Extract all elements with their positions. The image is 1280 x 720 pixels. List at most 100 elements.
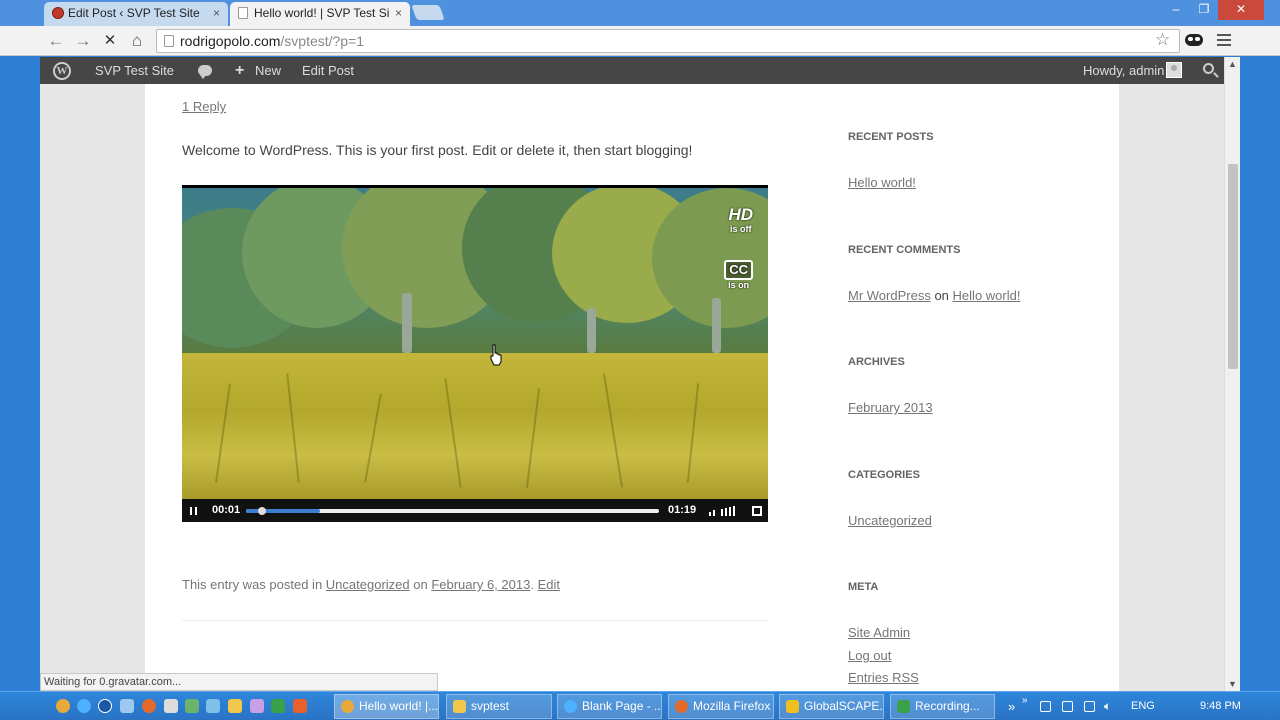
scroll-up-icon[interactable]: ▲: [1228, 59, 1237, 69]
taskbar-overflow-button[interactable]: »: [1008, 692, 1015, 720]
page-icon: [164, 35, 174, 47]
tab-label: Edit Post ‹ SVP Test Site — WordPress: [68, 6, 203, 20]
hd-toggle[interactable]: HD is off: [728, 205, 753, 235]
tray-power-icon[interactable]: [1062, 701, 1073, 712]
close-icon[interactable]: ✕: [1218, 0, 1264, 20]
taskbar-item-firefox[interactable]: Mozilla Firefox: [668, 694, 774, 719]
taskbar-item-folder[interactable]: svptest: [446, 694, 552, 719]
globalscape-icon: [786, 700, 799, 713]
back-icon[interactable]: ←: [46, 31, 66, 51]
progress-rail[interactable]: [246, 507, 659, 515]
url-host: rodrigopolo.com: [180, 33, 281, 49]
image-quicklaunch-icon[interactable]: [185, 699, 199, 713]
tab-edit-post[interactable]: Edit Post ‹ SVP Test Site — WordPress ×: [44, 2, 228, 26]
window-quicklaunch-icon[interactable]: [164, 699, 178, 713]
hd-state: is off: [729, 224, 752, 234]
wordpress-logo-icon[interactable]: W: [53, 62, 71, 80]
tool-quicklaunch-icon[interactable]: [250, 699, 264, 713]
menu-icon[interactable]: [1217, 34, 1231, 46]
hand-cursor-icon: [490, 344, 502, 366]
stop-icon[interactable]: ✕: [100, 31, 120, 51]
folder-quicklaunch-icon[interactable]: [228, 699, 242, 713]
tab-hello-world[interactable]: Hello world! | SVP Test Site ×: [230, 2, 410, 26]
category-link[interactable]: Uncategorized: [848, 513, 932, 528]
recent-post-item: Hello world!: [848, 175, 916, 190]
log-out-link[interactable]: Log out: [848, 648, 891, 663]
taskbar-item-recording[interactable]: Recording...: [890, 694, 995, 719]
clock[interactable]: 9:48 PM: [1200, 692, 1241, 720]
tab-close-icon[interactable]: ×: [213, 2, 220, 24]
chrome-icon: [341, 700, 354, 713]
video-player[interactable]: HD is off CC is on 00:01 01:19: [182, 185, 768, 522]
video-controls: 00:01 01:19: [182, 499, 768, 522]
taskbar-item-ie[interactable]: Blank Page - ...: [557, 694, 662, 719]
archive-link[interactable]: February 2013: [848, 400, 933, 415]
fullscreen-icon[interactable]: [752, 506, 762, 516]
entry-meta-prefix: This entry was posted in: [182, 577, 326, 592]
taskbar-item-chrome[interactable]: Hello world! |...: [334, 694, 439, 719]
xampp-quicklaunch-icon[interactable]: [293, 699, 307, 713]
ie-quicklaunch-icon[interactable]: [77, 699, 91, 713]
tray-network-icon[interactable]: [1084, 701, 1095, 712]
scrollbar-thumb[interactable]: [1228, 164, 1238, 369]
recent-post-link[interactable]: Hello world!: [848, 175, 916, 190]
search-icon[interactable]: [1203, 63, 1214, 74]
language-indicator[interactable]: ENG: [1131, 692, 1155, 720]
comment-post-link[interactable]: Hello world!: [953, 288, 1021, 303]
progress-handle[interactable]: [258, 507, 267, 515]
entry-category-link[interactable]: Uncategorized: [326, 577, 410, 592]
categories-title: CATEGORIES: [848, 469, 920, 481]
recent-comment-item: Mr WordPress on Hello world!: [848, 288, 1020, 303]
reply-link[interactable]: 1 Reply: [182, 99, 226, 114]
comments-icon[interactable]: [198, 65, 212, 79]
category-item: Uncategorized: [848, 513, 932, 528]
home-icon[interactable]: ⌂: [127, 31, 147, 51]
entry-edit-link[interactable]: Edit: [538, 577, 560, 592]
new-content-link[interactable]: New: [255, 57, 281, 84]
hd-label: HD: [728, 205, 753, 224]
tray-app-icon[interactable]: [1040, 701, 1051, 712]
firefox-icon: [675, 700, 688, 713]
volume-icon[interactable]: [709, 506, 735, 516]
minimize-icon[interactable]: –: [1162, 0, 1190, 20]
avatar[interactable]: [1166, 62, 1182, 78]
tray-overflow-button[interactable]: »: [1022, 686, 1028, 715]
extension-mask-icon[interactable]: [1185, 34, 1203, 46]
current-time: 00:01: [212, 504, 241, 516]
entry-meta: This entry was posted in Uncategorized o…: [182, 577, 560, 592]
pause-icon[interactable]: [190, 507, 197, 515]
site-name-link[interactable]: SVP Test Site: [95, 57, 174, 84]
video-frame[interactable]: HD is off CC is on: [182, 188, 768, 499]
restore-icon[interactable]: ❐: [1190, 0, 1218, 20]
scroll-down-icon[interactable]: ▼: [1228, 679, 1237, 689]
meta-item: Log out: [848, 648, 891, 663]
cc-toggle[interactable]: CC is on: [724, 260, 753, 290]
entry-meta-on: on: [409, 577, 432, 592]
howdy-account-link[interactable]: Howdy, admin: [1083, 57, 1164, 84]
address-bar[interactable]: rodrigopolo.com/svptest/?p=1: [156, 29, 1180, 53]
page-scrollbar[interactable]: ▲ ▼: [1224, 57, 1240, 691]
entry-date-link[interactable]: February 6, 2013: [431, 577, 530, 592]
bookmark-star-icon[interactable]: ☆: [1155, 30, 1170, 50]
reply-link-wrap: 1 Reply: [182, 99, 226, 114]
tray-volume-icon[interactable]: 🔈︎: [1104, 692, 1111, 720]
help-quicklaunch-icon[interactable]: [98, 699, 112, 713]
terminal-quicklaunch-icon[interactable]: [271, 699, 285, 713]
cc-state: is on: [728, 280, 750, 290]
taskbar-item-globalscape[interactable]: GlobalSCAPE...: [779, 694, 884, 719]
firefox-quicklaunch-icon[interactable]: [142, 699, 156, 713]
wp-admin-bar: W SVP Test Site + New Edit Post Howdy, a…: [40, 57, 1224, 84]
desktop-quicklaunch-icon[interactable]: [120, 699, 134, 713]
new-tab-button[interactable]: [411, 5, 445, 20]
comment-author-link[interactable]: Mr WordPress: [848, 288, 931, 303]
edit-post-link[interactable]: Edit Post: [302, 57, 354, 84]
chrome-quicklaunch-icon[interactable]: [56, 699, 70, 713]
tab-close-icon[interactable]: ×: [395, 2, 402, 24]
network-quicklaunch-icon[interactable]: [206, 699, 220, 713]
entries-rss-link[interactable]: Entries RSS: [848, 670, 919, 685]
post-intro-text: Welcome to WordPress. This is your first…: [182, 142, 693, 158]
site-admin-link[interactable]: Site Admin: [848, 625, 910, 640]
forward-icon[interactable]: →: [73, 31, 93, 51]
comment-on-text: on: [934, 288, 949, 303]
taskbar-item-label: Mozilla Firefox: [693, 699, 771, 713]
